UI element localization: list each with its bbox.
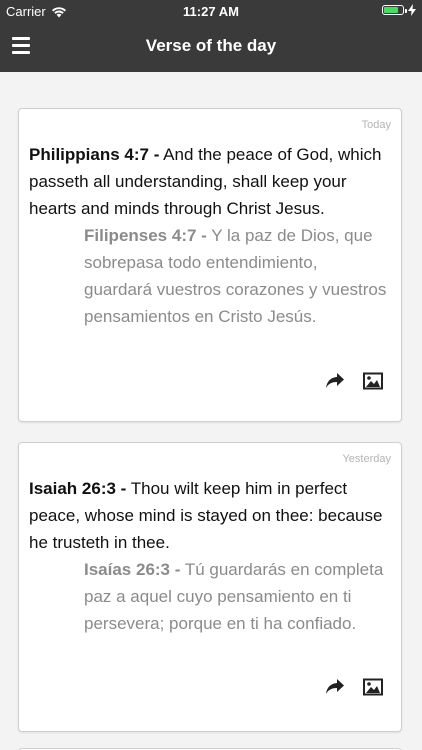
verse-reference: Philippians 4:7 - bbox=[29, 145, 160, 164]
status-time: 11:27 AM bbox=[183, 4, 239, 19]
share-icon[interactable] bbox=[325, 678, 345, 696]
battery-level-fill bbox=[384, 7, 399, 13]
verse-reference-spanish: Isaías 26:3 - bbox=[84, 560, 181, 579]
verse-list[interactable]: Today Philippians 4:7 - And the peace of… bbox=[0, 72, 422, 750]
image-icon[interactable] bbox=[363, 678, 383, 696]
page-title: Verse of the day bbox=[145, 36, 277, 55]
verse-spanish: Isaías 26:3 - Tú guardarás en completa p… bbox=[84, 556, 389, 637]
charging-bolt-icon bbox=[408, 4, 416, 16]
verse-english: Philippians 4:7 - And the peace of God, … bbox=[29, 141, 391, 222]
card-actions bbox=[325, 372, 383, 390]
card-date: Yesterday bbox=[342, 453, 391, 465]
card-date: Today bbox=[361, 119, 391, 131]
nav-bar: Verse of the day bbox=[0, 22, 422, 72]
verse-card-today: Today Philippians 4:7 - And the peace of… bbox=[18, 108, 402, 422]
verse-reference: Isaiah 26:3 - bbox=[29, 479, 127, 498]
verse-card-yesterday: Yesterday Isaiah 26:3 - Thou wilt keep h… bbox=[18, 442, 402, 732]
verse-english: Isaiah 26:3 - Thou wilt keep him in perf… bbox=[29, 475, 391, 556]
status-right bbox=[382, 4, 416, 16]
share-icon[interactable] bbox=[325, 372, 345, 390]
verse-reference-spanish: Filipenses 4:7 - bbox=[84, 226, 207, 245]
card-actions bbox=[325, 678, 383, 696]
verse-spanish: Filipenses 4:7 - Y la paz de Dios, que s… bbox=[84, 222, 389, 330]
status-bar: Carrier 11:27 AM bbox=[0, 0, 422, 22]
image-icon[interactable] bbox=[363, 372, 383, 390]
battery-icon bbox=[382, 5, 407, 15]
